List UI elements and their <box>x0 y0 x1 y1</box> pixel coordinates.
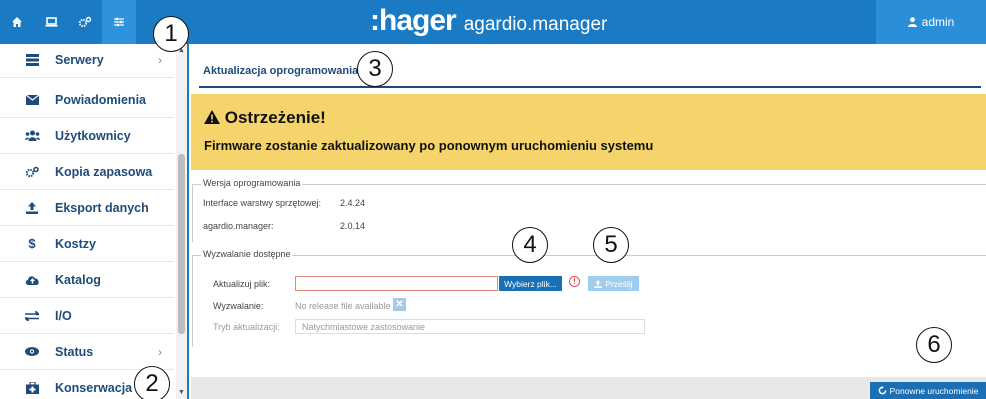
version-fieldset <box>192 184 986 242</box>
file-label: Aktualizuj plik: <box>213 279 271 289</box>
eye-icon <box>23 347 41 356</box>
clear-x-icon[interactable]: ✕ <box>393 298 406 311</box>
update-mode-field[interactable]: Natychmiastowe zastosowanie <box>295 319 645 334</box>
sliders-icon[interactable] <box>102 0 136 44</box>
sidebar-item-powiadomienia[interactable]: Powiadomienia <box>0 82 174 118</box>
users-icon <box>23 130 41 141</box>
sidebar-item-status[interactable]: Status › <box>0 334 174 370</box>
callout-4: 4 <box>512 227 548 263</box>
chevron-right-icon: › <box>158 344 162 359</box>
bottom-bar <box>191 377 986 399</box>
top-nav <box>0 0 136 44</box>
chevron-right-icon: › <box>158 52 162 67</box>
sidebar-item-label: Status <box>55 344 94 359</box>
choose-file-button[interactable]: Wybierz plik... <box>499 276 562 291</box>
username: admin <box>921 15 955 29</box>
sidebar-item-eksport-danych[interactable]: Eksport danych <box>0 190 174 226</box>
callout-6: 6 <box>916 327 952 363</box>
trigger-legend: Wyzwalanie dostępne <box>201 249 293 259</box>
refresh-icon <box>878 386 886 395</box>
sidebar-item-io[interactable]: I/O <box>0 298 174 334</box>
trigger-value: No release file available <box>295 301 391 311</box>
monitor-icon[interactable] <box>34 0 68 44</box>
callout-5: 5 <box>593 227 629 263</box>
sidebar-item-kostzy[interactable]: $ Kostzy <box>0 226 174 262</box>
sidebar-scrollbar[interactable]: ▲ ▼ <box>176 44 187 399</box>
warning-circle-icon: ! <box>569 276 580 287</box>
cogs-icon <box>23 166 41 178</box>
sidebar-item-kopia-zapasowa[interactable]: Kopia zapasowa <box>0 154 174 190</box>
trigger-label: Wyzwalanie: <box>213 301 264 311</box>
hager-logo: :hager <box>370 4 457 37</box>
sidebar-item-serwery[interactable]: Serwery › <box>0 44 174 78</box>
scroll-thumb[interactable] <box>178 154 185 334</box>
sidebar-item-label: I/O <box>55 308 72 323</box>
dollar-icon: $ <box>28 236 36 251</box>
agardio-version-label: agardio.manager: <box>203 221 274 231</box>
hw-interface-value: 2.4.24 <box>340 198 366 208</box>
upload-icon <box>23 201 41 214</box>
restart-button[interactable]: Ponowne uruchomienie <box>870 382 986 399</box>
warning-message: Firmware zostanie zaktualizowany po pono… <box>204 138 654 153</box>
file-input[interactable] <box>295 276 498 291</box>
top-bar: :hager agardio.manager admin <box>0 0 986 44</box>
warning-title: Ostrzeżenie! <box>204 108 326 128</box>
brand-logo: :hager agardio.manager <box>370 4 607 40</box>
medkit-icon <box>23 382 41 394</box>
upload-button[interactable]: Prześlij <box>588 276 639 291</box>
user-icon <box>907 17 917 27</box>
sidebar-item-label: Użytkownicy <box>55 128 131 143</box>
page-title: Aktualizacja oprogramowania <box>203 65 359 77</box>
mode-label: Tryb aktualizacji: <box>213 322 280 332</box>
upload-button-label: Prześlij <box>605 278 633 289</box>
callout-2: 2 <box>134 366 170 399</box>
sidebar-item-label: Katalog <box>55 272 101 287</box>
home-icon[interactable] <box>0 0 34 44</box>
sidebar-item-label: Eksport danych <box>55 200 149 215</box>
agardio-version-value: 2.0.14 <box>340 221 366 231</box>
sidebar-item-label: Kopia zapasowa <box>55 164 153 179</box>
scroll-down-arrow-icon[interactable]: ▼ <box>178 389 185 396</box>
sidebar-item-label: Konserwacja <box>55 381 133 395</box>
restart-button-label: Ponowne uruchomienie <box>889 385 979 396</box>
update-mode-value: Natychmiastowe zastosowanie <box>302 321 426 332</box>
sidebar-item-label: Powiadomienia <box>55 92 146 107</box>
title-underline <box>199 86 981 88</box>
callout-3: 3 <box>357 51 393 87</box>
sidebar-item-label: Serwery <box>55 52 104 67</box>
product-name: agardio.manager <box>463 14 608 35</box>
sidebar-item-katalog[interactable]: Katalog <box>0 262 174 298</box>
main-content: Aktualizacja oprogramowania Ostrzeżenie!… <box>191 44 986 399</box>
user-menu[interactable]: admin <box>876 0 986 44</box>
cloud-upload-icon <box>23 274 41 285</box>
version-legend: Wersja oprogramowania <box>201 178 303 188</box>
sidebar-item-uzytkownicy[interactable]: Użytkownicy <box>0 118 174 154</box>
callout-1: 1 <box>153 16 189 52</box>
cogs-icon[interactable] <box>68 0 102 44</box>
exchange-icon <box>23 310 41 321</box>
warning-banner: Ostrzeżenie! Firmware zostanie zaktualiz… <box>191 94 986 170</box>
envelope-icon <box>23 94 41 105</box>
upload-icon <box>594 279 603 288</box>
sidebar: Serwery › Powiadomienia Użytkownicy Kopi… <box>0 44 189 399</box>
warning-triangle-icon <box>204 110 220 124</box>
warning-title-text: Ostrzeżenie! <box>224 108 326 127</box>
hw-interface-label: Interface warstwy sprzętowej: <box>203 198 322 208</box>
server-icon <box>23 53 41 66</box>
sidebar-item-label: Kostzy <box>55 236 96 251</box>
